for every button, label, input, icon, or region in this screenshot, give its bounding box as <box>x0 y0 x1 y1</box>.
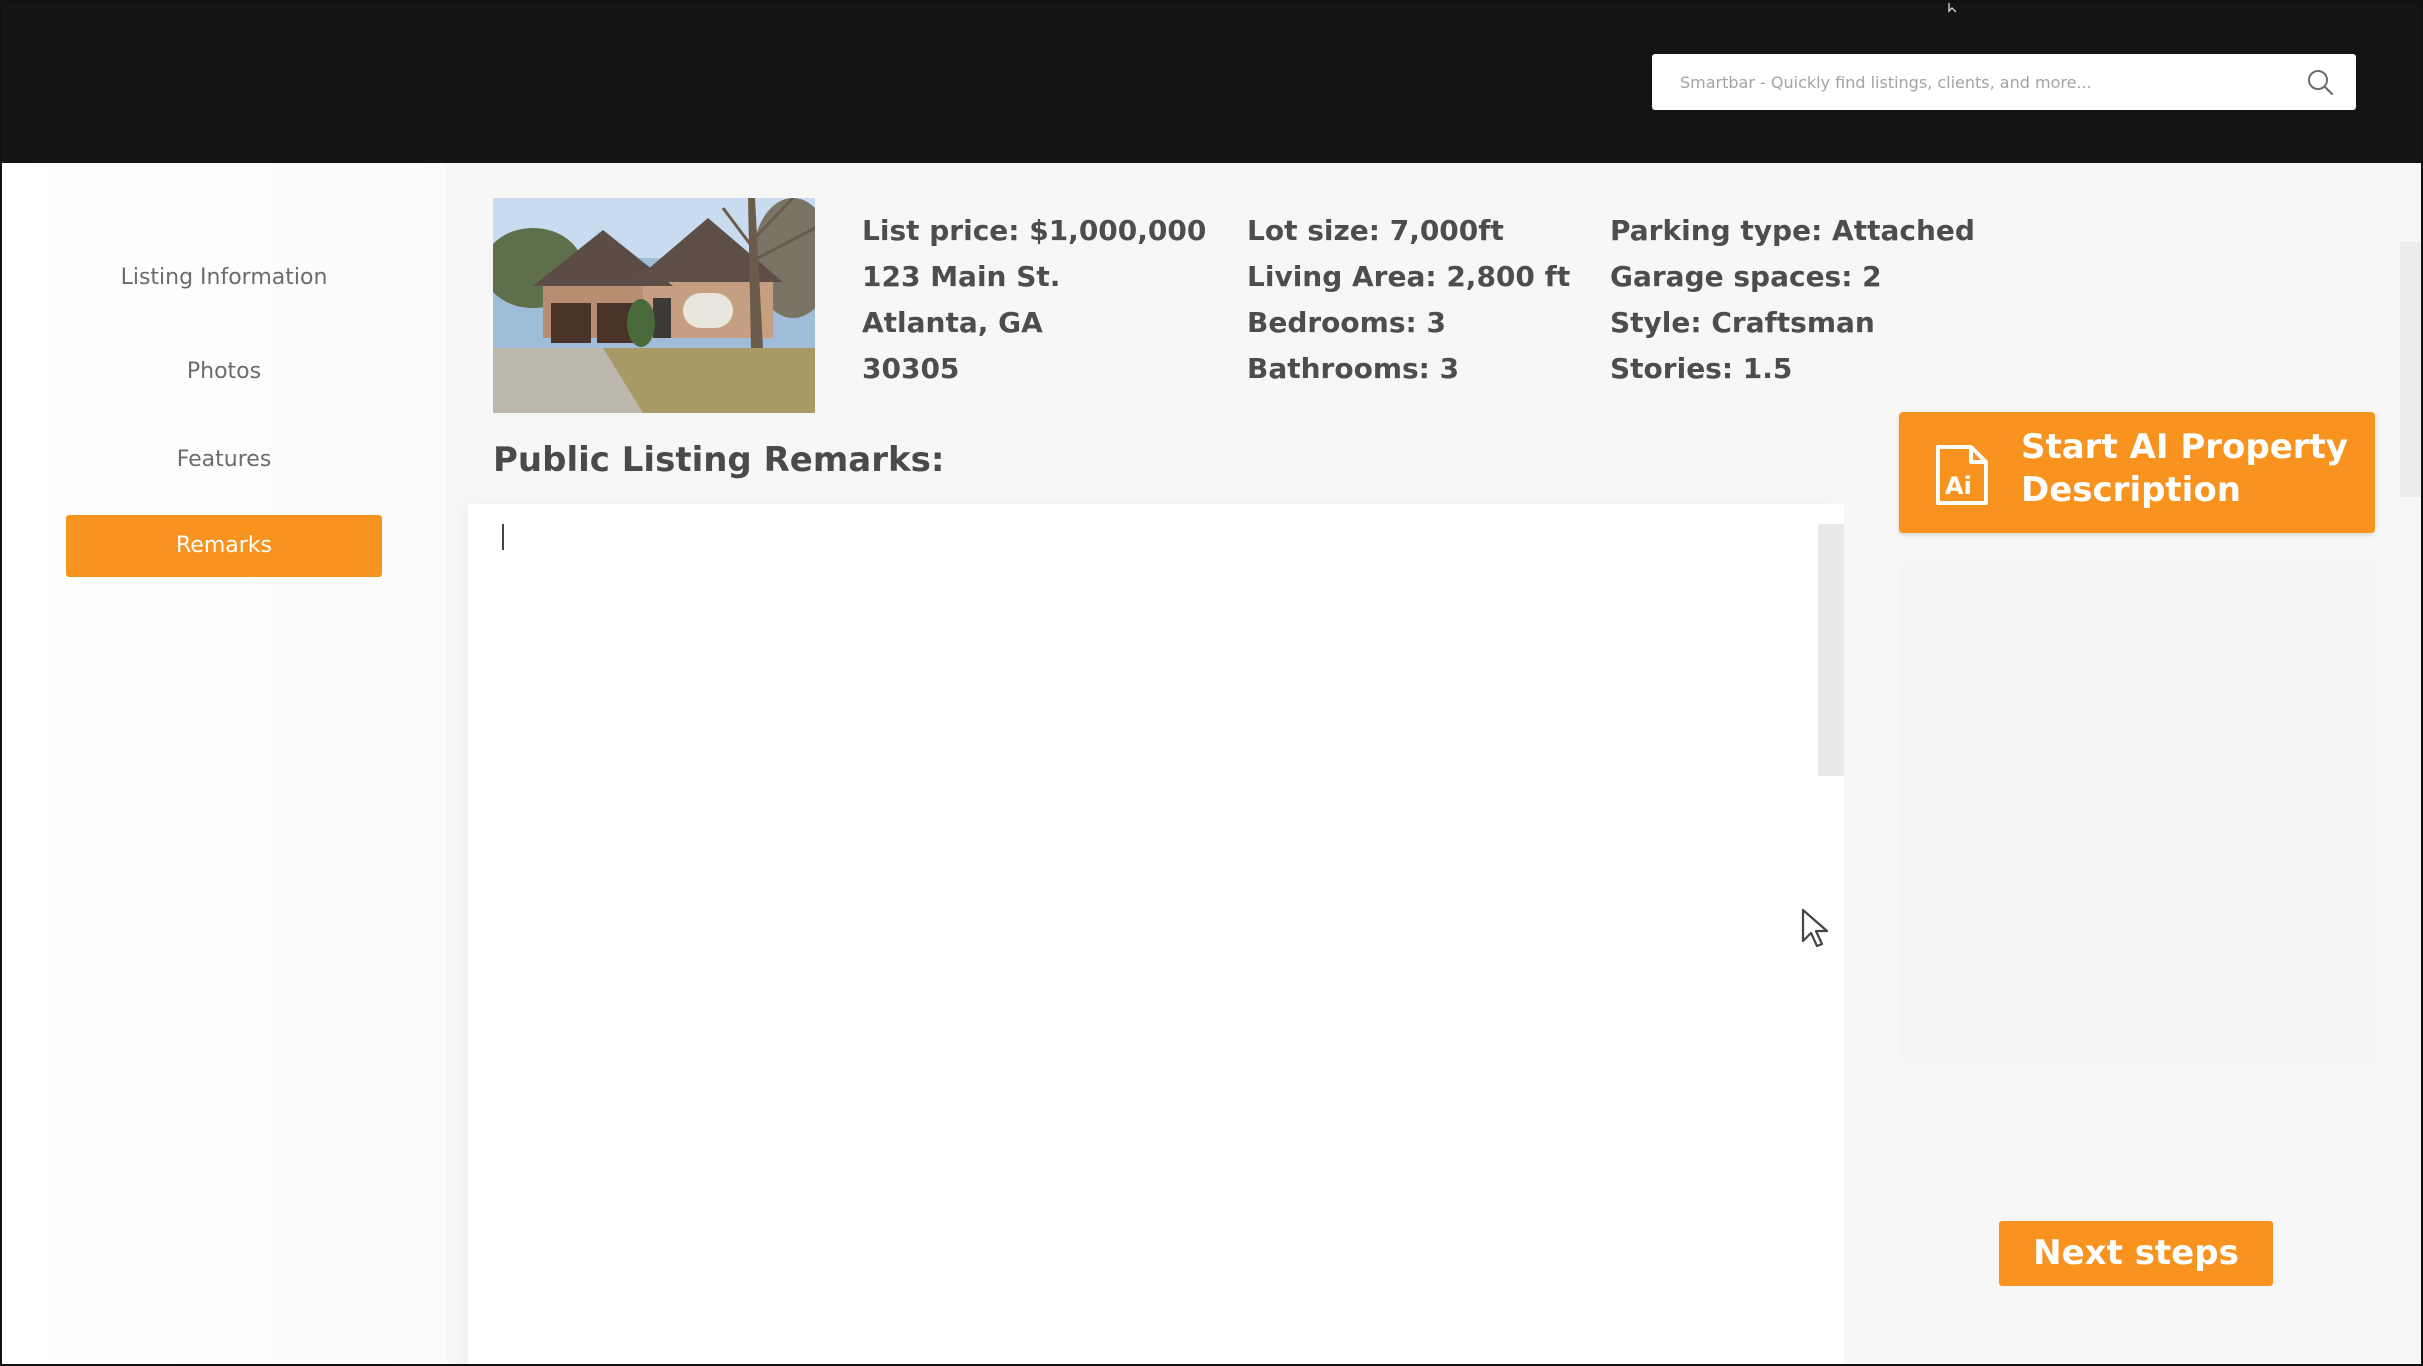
sidebar-item-photos[interactable]: Photos <box>66 341 382 403</box>
mouse-cursor-icon <box>1801 908 1829 948</box>
textarea-scrollbar[interactable] <box>1818 524 1844 776</box>
text-caret <box>502 524 504 550</box>
garage-spaces: Garage spaces: 2 <box>1610 260 1882 293</box>
remarks-textarea[interactable] <box>468 504 1844 1364</box>
right-panel <box>1899 562 2375 1062</box>
address-zip: 30305 <box>862 352 960 385</box>
house-photo <box>493 198 815 413</box>
listing-info-column-1: List price: $1,000,000 123 Main St. Atla… <box>862 208 1206 392</box>
page-scrollbar[interactable] <box>2400 242 2421 497</box>
top-bar <box>2 2 2421 163</box>
lot-size: Lot size: 7,000ft <box>1247 214 1504 247</box>
svg-text:Ai: Ai <box>1945 472 1972 500</box>
address-city: Atlanta, GA <box>862 306 1043 339</box>
smartbar-input[interactable] <box>1680 54 2280 110</box>
listing-info-column-2: Lot size: 7,000ft Living Area: 2,800 ft … <box>1247 208 1570 392</box>
smartbar[interactable] <box>1652 54 2356 110</box>
parking-type: Parking type: Attached <box>1610 214 1975 247</box>
start-ai-description-label: Start AI Property Description <box>2021 427 2348 510</box>
list-price: List price: $1,000,000 <box>862 214 1207 247</box>
house-image <box>493 198 815 413</box>
ai-document-icon: Ai <box>1936 445 1988 505</box>
listing-info-column-3: Parking type: Attached Garage spaces: 2 … <box>1610 208 1975 392</box>
next-steps-button[interactable]: Next steps <box>1999 1221 2273 1286</box>
style: Style: Craftsman <box>1610 306 1875 339</box>
search-icon[interactable] <box>2306 68 2334 96</box>
stories: Stories: 1.5 <box>1610 352 1793 385</box>
bathrooms: Bathrooms: 3 <box>1247 352 1460 385</box>
app-window: Listing Information Photos Features Rema… <box>0 0 2423 1366</box>
living-area: Living Area: 2,800 ft <box>1247 260 1571 293</box>
sidebar-item-features[interactable]: Features <box>66 429 382 491</box>
bedrooms: Bedrooms: 3 <box>1247 306 1446 339</box>
sidebar-item-remarks[interactable]: Remarks <box>66 515 382 577</box>
address-street: 123 Main St. <box>862 260 1061 293</box>
sidebar-item-listing-information[interactable]: Listing Information <box>66 247 382 309</box>
remarks-heading: Public Listing Remarks: <box>493 440 945 480</box>
start-ai-description-button[interactable]: Ai Start AI Property Description <box>1899 412 2375 533</box>
pointer-cursor-icon <box>1948 3 1957 13</box>
